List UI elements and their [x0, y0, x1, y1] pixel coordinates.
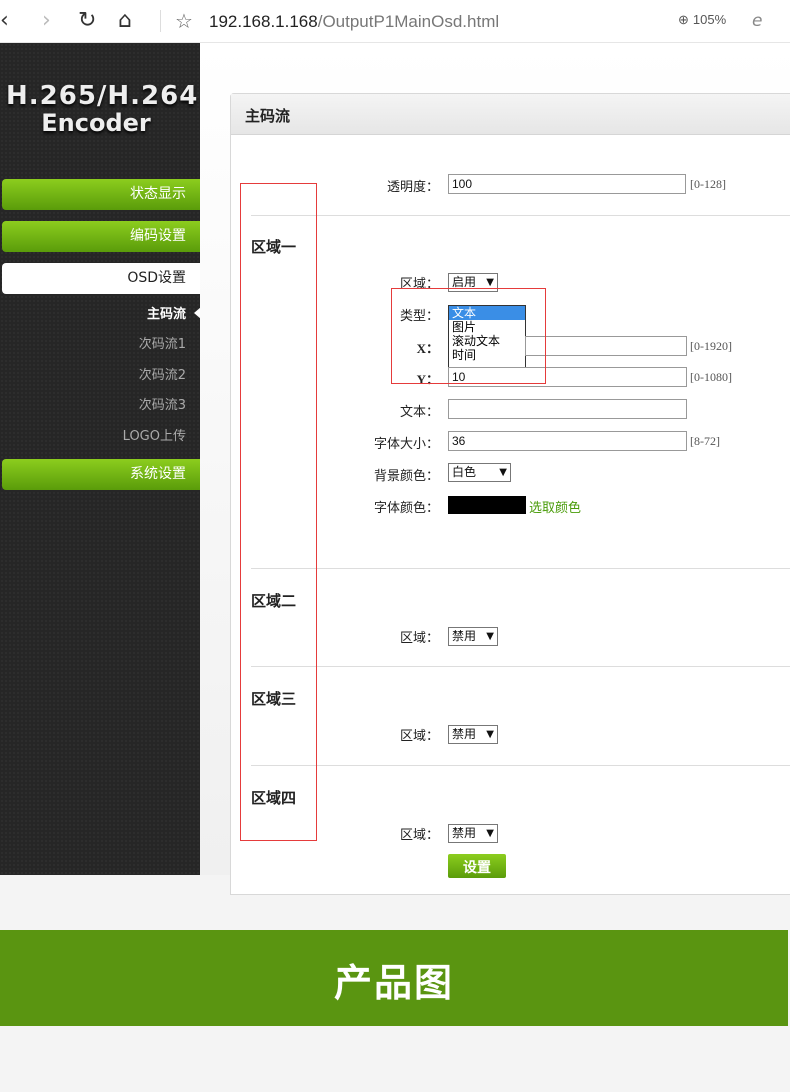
divider	[251, 568, 790, 569]
brand-line2: Encoder	[41, 109, 151, 137]
region3-area-select[interactable]: 禁用 ▼	[448, 725, 498, 744]
browser-toolbar: ‹ › ↻ ⌂ ☆ 192.168.1.168/OutputP1MainOsd.…	[0, 0, 790, 43]
panel-title: 主码流	[245, 107, 291, 125]
region4-area-value: 禁用	[452, 826, 477, 840]
pick-color-link[interactable]: 选取颜色	[529, 497, 581, 516]
zoom-indicator[interactable]: ⊕ 105%	[678, 12, 726, 28]
divider	[251, 765, 790, 766]
region2-area-label: 区域：	[399, 631, 439, 646]
url-path: /OutputP1MainOsd.html	[317, 12, 500, 31]
reload-icon[interactable]: ↻	[78, 8, 96, 34]
region1-fontsize-label: 字体大小：	[373, 437, 439, 452]
zoom-icon: ⊕	[678, 12, 689, 27]
divider	[251, 215, 790, 216]
submenu-sub-stream-1[interactable]: 次码流1	[139, 333, 186, 352]
region1-x-input[interactable]	[525, 336, 687, 356]
content-area: 主码流 透明度： 100 [0-128] 区域一 区域： 启用 ▼ 类型： 文本 …	[200, 43, 790, 895]
brand-line1: H.265/H.264	[6, 81, 199, 111]
menu-system[interactable]: 系统设置	[2, 459, 200, 490]
star-icon[interactable]: ☆	[175, 8, 193, 34]
divider	[251, 666, 790, 667]
url-host: 192.168.1.168	[209, 12, 318, 31]
submenu-logo-upload[interactable]: LOGO上传	[123, 425, 186, 444]
menu-osd[interactable]: OSD设置	[2, 263, 200, 294]
annotation-box-type	[391, 288, 546, 384]
region4-area-select[interactable]: 禁用 ▼	[448, 824, 498, 843]
panel-header: 主码流	[231, 94, 790, 135]
transparency-range: [0-128]	[690, 177, 726, 191]
region1-bg-select[interactable]: 白色 ▼	[448, 463, 511, 482]
region1-bg-value: 白色	[452, 465, 477, 479]
osd-panel: 主码流 透明度： 100 [0-128] 区域一 区域： 启用 ▼ 类型： 文本 …	[230, 93, 790, 895]
address-bar[interactable]: 192.168.1.168/OutputP1MainOsd.html	[209, 12, 499, 32]
annotation-box-regions	[240, 183, 317, 841]
chevron-down-icon: ▼	[486, 729, 494, 740]
region2-area-value: 禁用	[452, 629, 477, 643]
back-icon[interactable]: ‹	[0, 8, 9, 34]
ie-icon[interactable]: e	[752, 8, 762, 34]
region3-area-label: 区域：	[399, 729, 439, 744]
region1-area-value: 启用	[452, 275, 477, 289]
home-icon[interactable]: ⌂	[118, 8, 132, 34]
region1-fontcolor-label: 字体颜色：	[373, 501, 439, 516]
chevron-down-icon: ▼	[486, 828, 494, 839]
product-banner: 产品图	[0, 930, 788, 1026]
banner-title: 产品图	[333, 961, 454, 1005]
toolbar-separator	[160, 10, 161, 32]
region1-x-range: [0-1920]	[690, 339, 732, 353]
region4-area-label: 区域：	[399, 828, 439, 843]
menu-status[interactable]: 状态显示	[2, 179, 200, 210]
brand-logo: H.265/H.264 Encoder	[6, 81, 199, 137]
forward-icon[interactable]: ›	[42, 8, 51, 34]
sidebar: H.265/H.264 Encoder 状态显示 编码设置 OSD设置 主码流 …	[0, 43, 201, 875]
region1-fontcolor-swatch[interactable]	[448, 496, 526, 514]
region1-y-range: [0-1080]	[690, 370, 732, 384]
region3-area-value: 禁用	[452, 727, 477, 741]
menu-encode[interactable]: 编码设置	[2, 221, 200, 252]
set-button[interactable]: 设置	[448, 854, 506, 878]
region1-text-input[interactable]	[448, 399, 687, 419]
transparency-input[interactable]: 100	[448, 174, 686, 194]
submenu-main-stream[interactable]: 主码流	[147, 303, 186, 322]
submenu-sub-stream-2[interactable]: 次码流2	[139, 364, 186, 383]
region1-bg-label: 背景颜色：	[373, 469, 439, 484]
chevron-down-icon: ▼	[486, 631, 494, 642]
submenu-sub-stream-3[interactable]: 次码流3	[139, 394, 186, 413]
region1-fontsize-input[interactable]: 36	[448, 431, 687, 451]
zoom-level: 105%	[692, 12, 727, 27]
region1-text-label: 文本：	[399, 405, 439, 420]
transparency-label: 透明度：	[386, 180, 439, 195]
region2-area-select[interactable]: 禁用 ▼	[448, 627, 498, 646]
region1-fontsize-range: [8-72]	[690, 434, 720, 448]
chevron-down-icon: ▼	[499, 467, 507, 478]
